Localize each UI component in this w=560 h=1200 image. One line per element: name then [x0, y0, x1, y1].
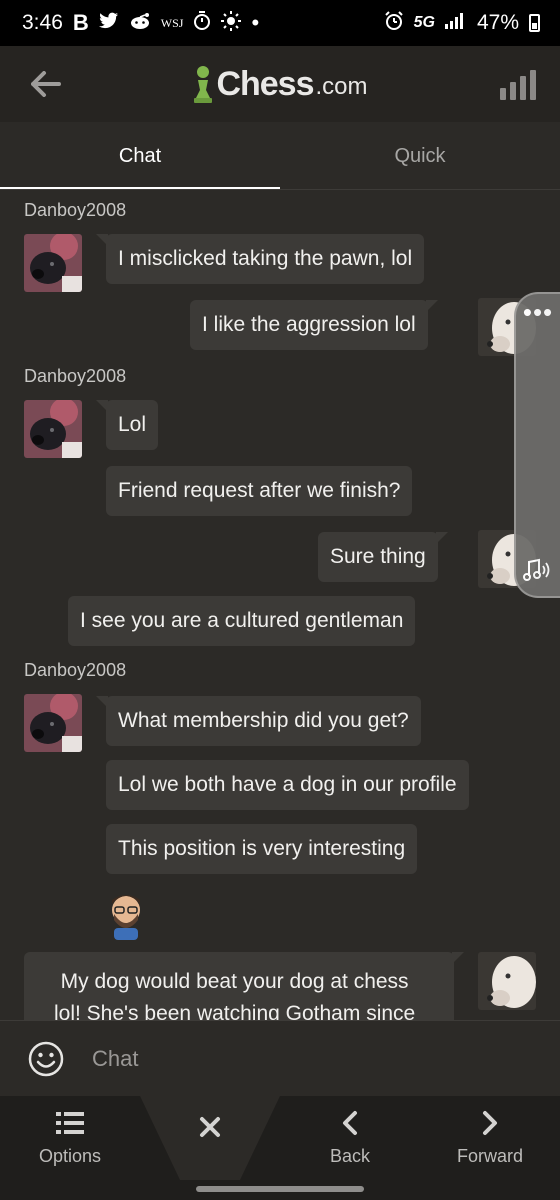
- message-username: Danboy2008: [24, 366, 127, 386]
- status-left: 3:46 B WSJ •: [22, 10, 259, 36]
- chess-com-logo: Chess .com: [192, 64, 368, 104]
- message-bubble: This position is very interesting: [106, 824, 418, 874]
- message-bubble: Lol we both have a dog in our profile: [106, 760, 469, 810]
- timer-icon: [193, 10, 211, 36]
- message-bubble: Lol: [95, 400, 159, 450]
- status-bar: 3:46 B WSJ • 5G 47%: [0, 0, 560, 46]
- signal-strength-icon: [444, 11, 467, 35]
- nav-forward-button[interactable]: Forward: [420, 1096, 560, 1180]
- logo-brand-text: Chess: [216, 65, 314, 103]
- message-bubble-own: Sure thing: [318, 532, 448, 582]
- network-type: 5G: [413, 14, 435, 31]
- wsj-icon: WSJ: [160, 15, 184, 30]
- nav-close-button[interactable]: [140, 1096, 280, 1180]
- message-bubble: What membership did you get?: [96, 696, 421, 746]
- own-avatar[interactable]: [478, 952, 536, 1010]
- opponent-avatar[interactable]: [24, 400, 82, 458]
- notification-dot-icon: •: [251, 10, 260, 35]
- message-line-1: My dog would beat your dog at chess: [60, 970, 409, 993]
- sun-icon: [221, 10, 242, 36]
- bottom-nav: Options Back Forward: [0, 1096, 560, 1180]
- opponent-avatar[interactable]: [24, 234, 82, 292]
- more-options-icon[interactable]: •••: [520, 299, 556, 332]
- nav-back-label: Back: [329, 1146, 371, 1166]
- status-time: 3:46: [22, 11, 63, 34]
- emoji-button[interactable]: [28, 1041, 64, 1077]
- message-username: Danboy2008: [24, 200, 127, 220]
- message-username: Danboy2008: [24, 660, 127, 680]
- back-arrow-button[interactable]: [26, 64, 66, 104]
- pawn-logo-icon: [194, 66, 213, 103]
- twitter-icon: [98, 12, 119, 35]
- close-icon: [195, 1112, 225, 1142]
- bar-1: [500, 88, 506, 100]
- bar-3: [520, 76, 526, 100]
- nav-back-button[interactable]: Back: [280, 1096, 420, 1180]
- music-icon[interactable]: [520, 556, 556, 586]
- reddit-icon: [129, 12, 151, 35]
- home-indicator[interactable]: [196, 1186, 364, 1192]
- chevron-right-icon: [475, 1108, 505, 1138]
- floating-side-panel[interactable]: •••: [514, 292, 560, 598]
- battery-icon: [529, 14, 540, 32]
- nav-options-button[interactable]: Options: [0, 1096, 140, 1180]
- chevron-left-icon: [335, 1108, 365, 1138]
- message-bubble-own: My dog would beat your dog at chess lol!…: [24, 952, 464, 1020]
- message-bubble: I misclicked taking the pawn, lol: [95, 234, 425, 284]
- message-bubble-own: I like the aggression lol: [190, 300, 438, 350]
- app-header: Chess .com: [0, 46, 560, 122]
- chat-input-bar: [0, 1020, 560, 1096]
- logo-tld-text: .com: [315, 73, 368, 100]
- alarm-icon: [384, 10, 404, 36]
- opponent-avatar[interactable]: [24, 694, 82, 752]
- bar-4: [530, 70, 536, 100]
- tab-quick[interactable]: Quick: [280, 122, 560, 190]
- b-app-icon: B: [72, 10, 89, 35]
- chat-tabs: Chat Quick: [0, 122, 560, 190]
- message-bubble-own: I see you are a cultured gentleman: [68, 596, 416, 646]
- message-bubble: Friend request after we finish?: [106, 466, 413, 516]
- tab-chat[interactable]: Chat: [0, 122, 280, 190]
- chat-message-list[interactable]: Danboy2008 I misclicked taking the pawn,…: [0, 190, 560, 1020]
- connection-strength-button[interactable]: [500, 68, 536, 100]
- message-line-2: lol! She's been watching Gotham since: [54, 1002, 416, 1020]
- smiley-icon: [28, 1041, 64, 1076]
- nav-options-label: Options: [38, 1146, 102, 1166]
- message-line: My dog would beat your dog at chess lol!…: [54, 966, 415, 1020]
- arrow-left-icon: [31, 71, 61, 97]
- status-right: 5G 47%: [384, 10, 540, 36]
- bearded-man-emoji-icon: [108, 890, 144, 942]
- list-icon: [55, 1108, 85, 1138]
- chat-input[interactable]: [92, 1045, 492, 1072]
- battery-percent: 47%: [476, 11, 519, 34]
- bar-2: [510, 82, 516, 100]
- nav-forward-label: Forward: [456, 1146, 523, 1166]
